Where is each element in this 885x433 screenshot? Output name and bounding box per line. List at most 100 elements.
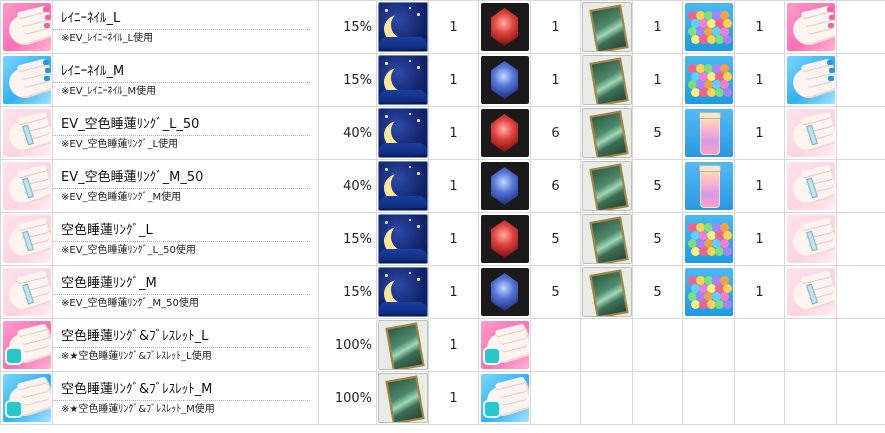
table-row: 空色睡蓮ﾘﾝｸﾞ_L ※EV_空色睡蓮ﾘﾝｸﾞ_L_50使用 15% 1 5 5 1 [0,212,885,266]
ingredient-3-icon-cell [580,265,633,319]
result-icon-cell [784,106,837,160]
recipe-icon-cell [0,212,53,266]
ingredient-3-icon-cell [580,371,633,425]
hand-nail-pink-icon [2,3,51,51]
ingredient-1-icon-cell [376,159,429,213]
result-icon-cell [784,265,837,319]
recipe-icon-cell [0,159,53,213]
recipe-icon-cell [0,53,53,107]
red-gem-icon [480,215,529,263]
table-row: 空色睡蓮ﾘﾝｸﾞ&ﾌﾞﾚｽﾚｯﾄ_M ※★空色睡蓮ﾘﾝｸﾞ&ﾌﾞﾚｽﾚｯﾄ_M使用… [0,371,885,425]
recipe-icon-cell [0,318,53,372]
ingredient-4-quantity [734,318,785,372]
recipe-requirement: ※★空色睡蓮ﾘﾝｸﾞ&ﾌﾞﾚｽﾚｯﾄ_L使用 [53,346,310,364]
hand-nail-pink-icon [786,3,835,51]
recipe-name-cell: EV_空色睡蓮ﾘﾝｸﾞ_L_50 ※EV_空色睡蓮ﾘﾝｸﾞ_L使用 [52,106,319,160]
moon-icon [377,267,428,317]
success-rate: 15% [318,0,377,54]
ingredient-1-icon-cell [376,53,429,107]
table-row: EV_空色睡蓮ﾘﾝｸﾞ_M_50 ※EV_空色睡蓮ﾘﾝｸﾞ_M使用 40% 1 6 5 1 [0,159,885,213]
empty-cell [836,371,885,425]
ingredient-2-quantity: 5 [530,265,581,319]
hand-ring-icon [786,215,835,263]
moon-icon [377,108,428,158]
ingredient-1-icon-cell [376,212,429,266]
hand-bracelet-blue-icon [2,374,51,422]
ingredient-2-quantity: 1 [530,53,581,107]
recipe-icon-cell [0,0,53,54]
empty-cell [836,106,885,160]
recipe-requirement: ※EV_空色睡蓮ﾘﾝｸﾞ_M_50使用 [53,293,310,311]
flowers-icon [684,215,733,263]
recipe-table: ﾚｲﾆｰﾈｲﾙ_L ※EV_ﾚｲﾆｰﾈｲﾙ_L使用 15% 1 1 1 1 ﾚｲﾆｰﾈｲﾙ_M… [0,0,885,425]
card-icon [581,161,632,211]
recipe-requirement: ※EV_空色睡蓮ﾘﾝｸﾞ_M使用 [53,187,310,205]
recipe-title: ﾚｲﾆｰﾈｲﾙ_M [61,63,125,79]
recipe-name-cell: ﾚｲﾆｰﾈｲﾙ_M ※EV_ﾚｲﾆｰﾈｲﾙ_M使用 [52,53,319,107]
result-icon-cell [784,159,837,213]
card-icon [581,108,632,158]
recipe-name-cell: 空色睡蓮ﾘﾝｸﾞ_L ※EV_空色睡蓮ﾘﾝｸﾞ_L_50使用 [52,212,319,266]
empty-cell [836,265,885,319]
recipe-title: EV_空色睡蓮ﾘﾝｸﾞ_M_50 [61,169,204,185]
flowers-icon [684,3,733,51]
ingredient-4-quantity: 1 [734,265,785,319]
ingredient-4-icon-cell [682,0,735,54]
ingredient-2-icon-cell [478,53,531,107]
ingredient-2-quantity: 6 [530,106,581,160]
table-row: ﾚｲﾆｰﾈｲﾙ_M ※EV_ﾚｲﾆｰﾈｲﾙ_M使用 15% 1 1 1 1 [0,53,885,107]
table-row: ﾚｲﾆｰﾈｲﾙ_L ※EV_ﾚｲﾆｰﾈｲﾙ_L使用 15% 1 1 1 1 [0,0,885,54]
result-icon-cell [784,318,837,372]
ingredient-1-quantity: 1 [428,371,479,425]
ingredient-2-quantity: 1 [530,0,581,54]
recipe-title: 空色睡蓮ﾘﾝｸﾞ_M [61,275,157,291]
ingredient-3-quantity: 5 [632,159,683,213]
success-rate: 15% [318,212,377,266]
hand-nail-blue-icon [2,56,51,104]
ingredient-1-icon-cell [376,106,429,160]
ingredient-1-quantity: 1 [428,212,479,266]
result-icon-cell [784,53,837,107]
recipe-title: 空色睡蓮ﾘﾝｸﾞ&ﾌﾞﾚｽﾚｯﾄ_M [61,381,213,397]
recipe-name-cell: 空色睡蓮ﾘﾝｸﾞ_M ※EV_空色睡蓮ﾘﾝｸﾞ_M_50使用 [52,265,319,319]
ingredient-1-quantity: 1 [428,265,479,319]
recipe-requirement: ※EV_空色睡蓮ﾘﾝｸﾞ_L_50使用 [53,240,310,258]
result-icon-cell [784,212,837,266]
success-rate: 100% [318,371,377,425]
ingredient-1-icon-cell [376,265,429,319]
table-row: 空色睡蓮ﾘﾝｸﾞ&ﾌﾞﾚｽﾚｯﾄ_L ※★空色睡蓮ﾘﾝｸﾞ&ﾌﾞﾚｽﾚｯﾄ_L使用… [0,318,885,372]
flowers-icon [684,268,733,316]
ingredient-3-quantity [632,318,683,372]
ingredient-1-icon-cell [376,0,429,54]
ingredient-4-quantity: 1 [734,212,785,266]
ingredient-3-icon-cell [580,106,633,160]
ingredient-2-icon-cell [478,265,531,319]
ingredient-2-quantity: 5 [530,212,581,266]
moon-icon [377,214,428,264]
recipe-requirement: ※EV_ﾚｲﾆｰﾈｲﾙ_L使用 [53,28,310,46]
card-icon [581,2,632,52]
ingredient-4-icon-cell [682,371,735,425]
ingredient-2-quantity [530,318,581,372]
blue-gem-icon [480,56,529,104]
ingredient-4-icon-cell [682,212,735,266]
ingredient-3-icon-cell [580,0,633,54]
recipe-requirement: ※★空色睡蓮ﾘﾝｸﾞ&ﾌﾞﾚｽﾚｯﾄ_M使用 [53,399,310,417]
recipe-icon-cell [0,371,53,425]
ingredient-1-quantity: 1 [428,0,479,54]
ingredient-4-quantity: 1 [734,159,785,213]
ingredient-2-icon-cell [478,0,531,54]
ingredient-2-icon-cell [478,371,531,425]
result-icon-cell [784,371,837,425]
ingredient-2-icon-cell [478,106,531,160]
ingredient-4-icon-cell [682,265,735,319]
card-icon [581,214,632,264]
ingredient-2-quantity [530,371,581,425]
table-row: EV_空色睡蓮ﾘﾝｸﾞ_L_50 ※EV_空色睡蓮ﾘﾝｸﾞ_L使用 40% 1 6 5 1 [0,106,885,160]
card-icon [377,320,428,370]
ingredient-3-icon-cell [580,212,633,266]
ingredient-3-quantity: 1 [632,0,683,54]
recipe-name-cell: 空色睡蓮ﾘﾝｸﾞ&ﾌﾞﾚｽﾚｯﾄ_L ※★空色睡蓮ﾘﾝｸﾞ&ﾌﾞﾚｽﾚｯﾄ_L使用 [52,318,319,372]
ingredient-4-quantity: 1 [734,106,785,160]
ingredient-1-quantity: 1 [428,53,479,107]
